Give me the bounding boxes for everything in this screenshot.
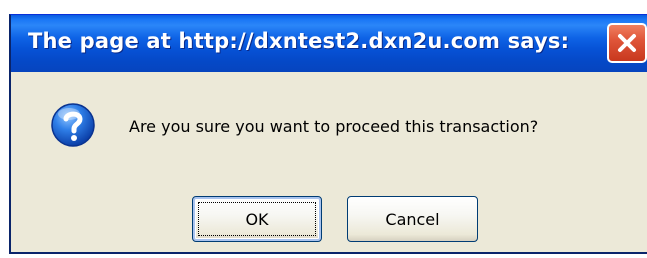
dialog-message: Are you sure you want to proceed this tr… [129, 117, 539, 136]
dialog-body: Are you sure you want to proceed this tr… [11, 72, 647, 252]
ok-button-label: OK [245, 209, 269, 229]
close-icon [618, 34, 636, 52]
screenshot-page: The page at http://dxntest2.dxn2u.com sa… [0, 0, 647, 258]
cancel-button[interactable]: Cancel [347, 196, 478, 242]
alert-dialog: The page at http://dxntest2.dxn2u.com sa… [9, 14, 647, 254]
dialog-title: The page at http://dxntest2.dxn2u.com sa… [28, 29, 570, 53]
question-icon [51, 103, 95, 147]
close-button[interactable] [607, 23, 647, 63]
ok-button[interactable]: OK [192, 196, 322, 242]
title-bar[interactable]: The page at http://dxntest2.dxn2u.com sa… [11, 15, 647, 72]
cancel-button-label: Cancel [385, 209, 440, 229]
